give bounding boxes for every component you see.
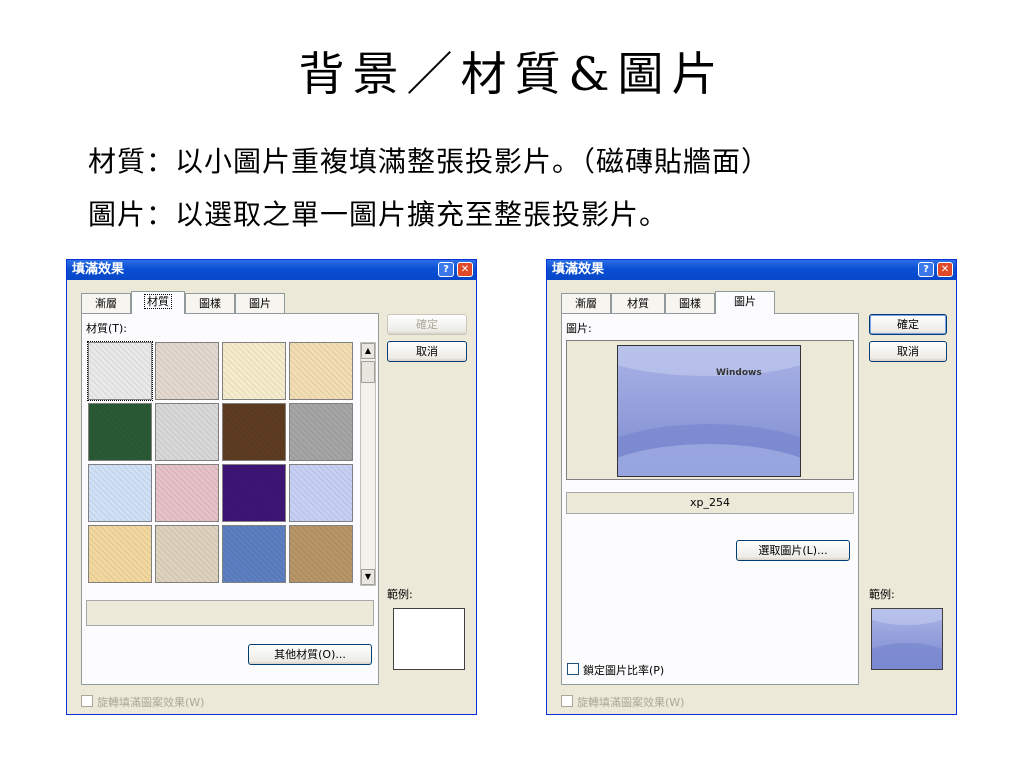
ok-button[interactable]: 確定 [869, 314, 947, 335]
fill-effects-dialog-picture: 填滿效果 ? ✕ 漸層 材質 圖樣 圖片 圖片: Windows xp_254 … [546, 259, 957, 715]
dialog-titlebar: 填滿效果 ? ✕ [547, 260, 956, 280]
texture-swatch[interactable] [155, 403, 219, 461]
texture-swatch[interactable] [88, 403, 152, 461]
texture-swatch[interactable] [222, 342, 286, 400]
checkbox-box[interactable] [561, 695, 573, 707]
rotate-fill-label: 旋轉填滿圖案效果(W) [97, 696, 205, 709]
tab-pattern[interactable]: 圖樣 [185, 293, 235, 313]
rotate-fill-checkbox[interactable]: 旋轉填滿圖案效果(W) [561, 694, 684, 710]
checkbox-box[interactable] [567, 663, 579, 675]
rotate-fill-label: 旋轉填滿圖案效果(W) [577, 696, 685, 709]
scroll-thumb[interactable] [361, 361, 375, 383]
help-icon[interactable]: ? [438, 262, 454, 277]
tab-pattern[interactable]: 圖樣 [665, 293, 715, 313]
texture-name-field [86, 600, 374, 626]
picture-description: 圖片：以選取之單一圖片擴充至整張投影片。 [88, 198, 669, 231]
tab-texture[interactable]: 材質 [131, 291, 185, 314]
texture-description: 材質：以小圖片重複填滿整張投影片。（磁磚貼牆面） [88, 145, 771, 178]
picture-frame: Windows [566, 340, 854, 480]
close-icon[interactable]: ✕ [457, 262, 473, 277]
picture-label: 圖片: [566, 322, 592, 335]
texture-swatch[interactable] [289, 464, 353, 522]
texture-swatch[interactable] [155, 342, 219, 400]
select-picture-button[interactable]: 選取圖片(L)... [736, 540, 850, 561]
tab-picture[interactable]: 圖片 [235, 293, 285, 313]
tab-picture-label: 圖片 [734, 295, 756, 308]
texture-swatch[interactable] [88, 464, 152, 522]
tab-gradient[interactable]: 漸層 [561, 293, 611, 313]
lock-ratio-label: 鎖定圖片比率(P) [583, 664, 665, 677]
scroll-up-icon[interactable]: ▲ [361, 343, 375, 359]
sample-label: 範例: [387, 588, 413, 601]
close-icon[interactable]: ✕ [937, 262, 953, 277]
other-texture-button[interactable]: 其他材質(O)... [248, 644, 372, 665]
sample-label: 範例: [869, 588, 895, 601]
windows-logo: Windows [716, 368, 762, 378]
help-icon[interactable]: ? [918, 262, 934, 277]
picture-panel: 圖片: Windows xp_254 選取圖片(L)... [561, 313, 859, 685]
slide-title: 背景／材質&圖片 [298, 47, 726, 101]
ok-button[interactable]: 確定 [387, 314, 467, 335]
texture-swatch[interactable] [289, 403, 353, 461]
texture-swatch[interactable] [155, 464, 219, 522]
tab-gradient[interactable]: 漸層 [81, 293, 131, 313]
texture-scrollbar[interactable]: ▲ ▼ [360, 342, 376, 586]
tab-texture-label: 材質 [144, 294, 172, 309]
texture-swatch[interactable] [87, 341, 153, 401]
texture-panel: 材質(T): ▲ ▼ 其他材質(O)... [81, 313, 379, 685]
sample-preview [871, 608, 943, 670]
rotate-fill-checkbox[interactable]: 旋轉填滿圖案效果(W) [81, 694, 204, 710]
texture-swatch[interactable] [289, 525, 353, 583]
texture-swatch[interactable] [222, 525, 286, 583]
lock-ratio-checkbox[interactable]: 鎖定圖片比率(P) [567, 662, 664, 678]
sample-thumbnail [872, 609, 942, 669]
scroll-down-icon[interactable]: ▼ [361, 569, 375, 585]
dialog-titlebar: 填滿效果 ? ✕ [67, 260, 476, 280]
tab-texture[interactable]: 材質 [611, 293, 665, 313]
file-name-field: xp_254 [566, 492, 854, 514]
texture-swatch[interactable] [155, 525, 219, 583]
texture-swatch[interactable] [88, 525, 152, 583]
dialog-title: 填滿效果 [72, 262, 125, 277]
dialog-title: 填滿效果 [552, 262, 605, 277]
checkbox-box[interactable] [81, 695, 93, 707]
cancel-button[interactable]: 取消 [387, 341, 467, 362]
texture-label: 材質(T): [86, 322, 128, 335]
cancel-button[interactable]: 取消 [869, 341, 947, 362]
wallpaper-thumbnail: Windows [617, 345, 801, 477]
tab-picture[interactable]: 圖片 [715, 291, 775, 314]
texture-swatch[interactable] [289, 342, 353, 400]
sample-preview [393, 608, 465, 670]
texture-swatch[interactable] [222, 403, 286, 461]
texture-grid [87, 341, 356, 586]
fill-effects-dialog-texture: 填滿效果 ? ✕ 漸層 材質 圖樣 圖片 材質(T): ▲ ▼ 其他材質(O).… [66, 259, 477, 715]
texture-swatch[interactable] [222, 464, 286, 522]
